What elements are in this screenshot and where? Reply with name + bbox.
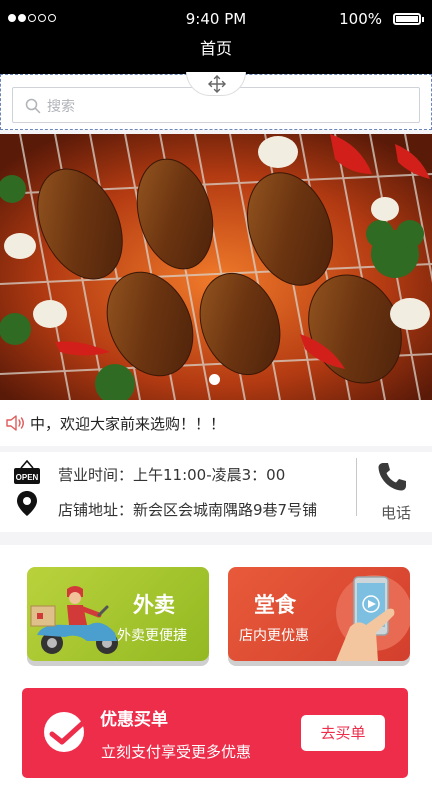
takeout-title: 外卖	[133, 593, 175, 617]
service-section: 外卖 外卖更便捷 堂食 店内更优惠 优惠买单 立刻支付享受更多优惠 去买单	[0, 545, 432, 807]
dine-in-subtitle: 店内更优惠	[239, 628, 309, 644]
search-icon	[25, 98, 41, 114]
hours-text: 营业时间：上午11:00-凌晨3：00	[58, 466, 286, 484]
takeout-card[interactable]: 外卖 外卖更便捷	[27, 567, 209, 661]
open-sign-icon: OPEN	[14, 460, 40, 484]
bottom-tab-stub	[0, 800, 92, 807]
grilled-wings-illustration	[0, 134, 432, 400]
notice-bar: 中，欢迎大家前来选购！！！	[0, 400, 432, 446]
move-icon	[208, 75, 226, 93]
carousel-indicator[interactable]	[209, 374, 220, 385]
promo-title: 优惠买单	[100, 710, 168, 730]
divider	[356, 458, 357, 516]
search-placeholder: 搜索	[47, 99, 75, 115]
takeout-subtitle: 外卖更便捷	[117, 628, 187, 644]
banner-image[interactable]	[0, 134, 432, 400]
dine-in-card[interactable]: 堂食 店内更优惠	[228, 567, 410, 661]
phone-pay-illustration	[336, 575, 410, 661]
dine-in-title: 堂食	[254, 593, 296, 617]
battery-percent: 100%	[339, 10, 382, 28]
promo-banner[interactable]: 优惠买单 立刻支付享受更多优惠 去买单	[22, 688, 408, 778]
notice-text: 中，欢迎大家前来选购！！！	[30, 415, 226, 433]
store-info: OPEN 营业时间：上午11:00-凌晨3：00 店铺地址：新会区会城南隅路9巷…	[0, 452, 432, 532]
coupon-check-icon	[44, 712, 87, 752]
phone-icon	[378, 463, 406, 491]
nav-bar: 首页	[0, 37, 432, 74]
address-text: 店铺地址：新会区会城南隅路9巷7号铺	[58, 501, 318, 519]
open-sign-text: OPEN	[16, 473, 39, 482]
promo-subtitle: 立刻支付享受更多优惠	[101, 743, 252, 761]
page-title: 首页	[199, 39, 232, 58]
phone-label: 电话	[380, 504, 411, 522]
location-pin-icon	[17, 491, 37, 516]
battery-icon	[393, 13, 424, 25]
delivery-scooter-illustration	[30, 586, 118, 654]
go-pay-button[interactable]: 去买单	[301, 715, 385, 751]
status-bar: 9:40 PM 100%	[0, 0, 432, 37]
phone-button[interactable]: 电话	[360, 452, 432, 532]
speaker-icon	[6, 415, 24, 431]
